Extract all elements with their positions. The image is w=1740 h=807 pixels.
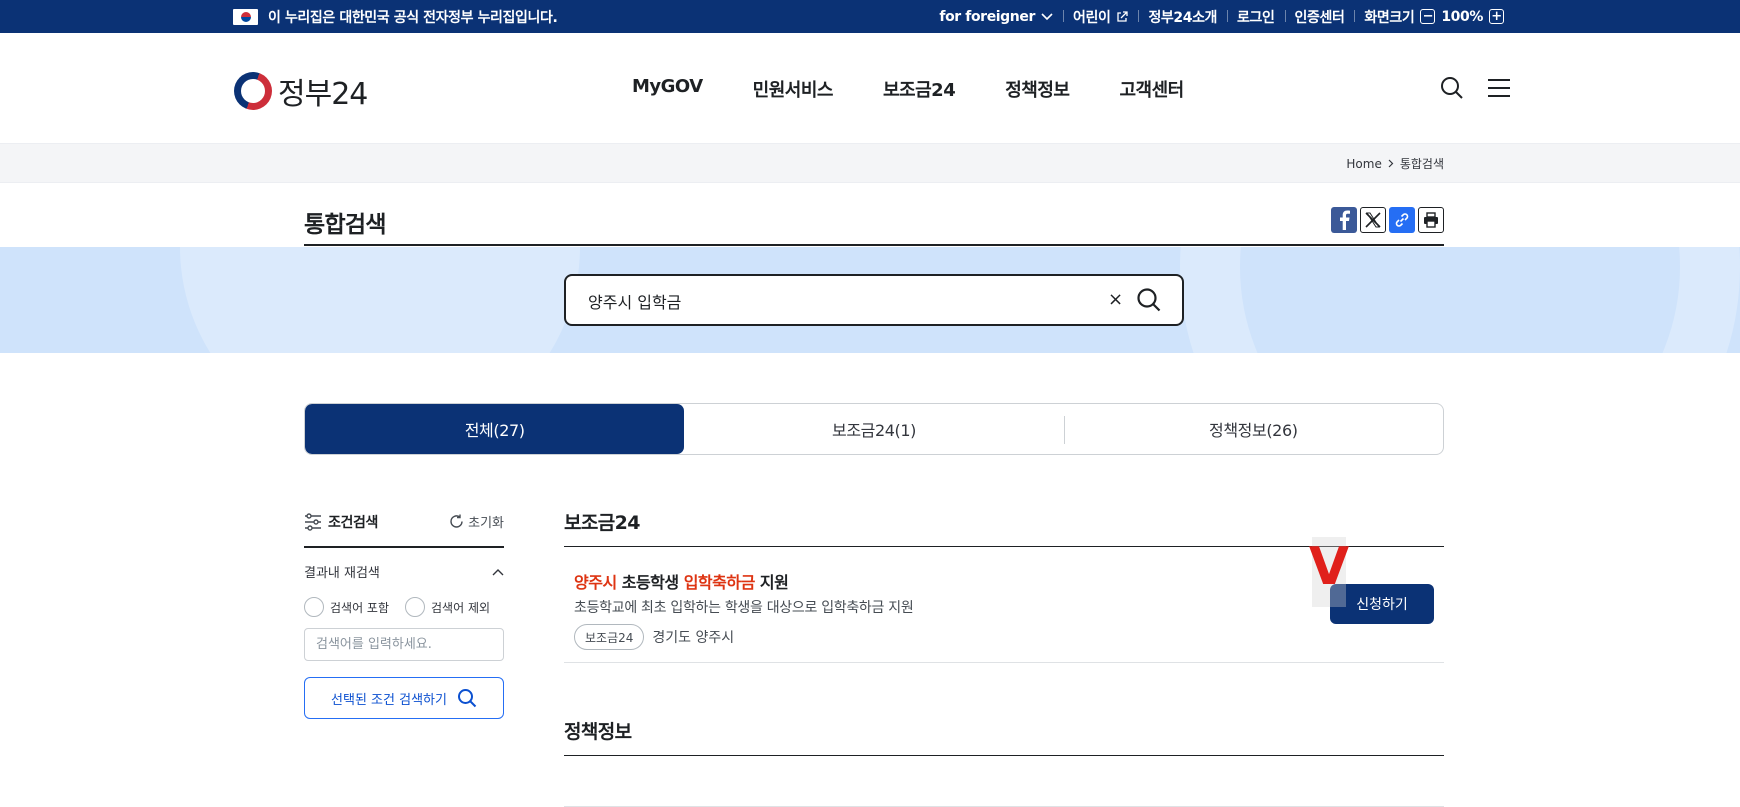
search-icon [457, 689, 477, 708]
chevron-right-icon [1388, 159, 1394, 168]
nav-mygov[interactable]: MyGOV [632, 76, 703, 102]
menu-icon[interactable] [1488, 78, 1510, 98]
gov-notice: 이 누리집은 대한민국 공식 전자정부 누리집입니다. [268, 9, 558, 26]
search-box: × [564, 274, 1184, 326]
gov-banner: 이 누리집은 대한민국 공식 전자정부 누리집입니다. for foreigne… [0, 0, 1740, 33]
facebook-icon [1340, 210, 1350, 230]
tab-subsidy24[interactable]: 보조금24(1) [684, 404, 1063, 454]
site-header: 정부24 MyGOV 민원서비스 보조금24 정책정보 고객센터 [0, 33, 1740, 143]
zoom-level: 100% [1441, 8, 1483, 25]
print-button[interactable] [1418, 207, 1444, 233]
search-input[interactable] [588, 289, 1088, 313]
nav-customer-center[interactable]: 고객센터 [1119, 76, 1184, 102]
category-badge: 보조금24 [574, 624, 645, 650]
nav-civil-service[interactable]: 민원서비스 [753, 76, 834, 102]
within-search-toggle[interactable]: 결과내 재검색 [304, 562, 504, 581]
korea-flag-icon [233, 8, 258, 25]
exclude-keyword-radio[interactable]: 검색어 제외 [405, 597, 490, 617]
title-row: 통합검색 [304, 183, 1444, 246]
main-nav: MyGOV 민원서비스 보조금24 정책정보 고객센터 [632, 76, 1184, 102]
tab-policy-info[interactable]: 정책정보(26) [1063, 404, 1443, 454]
link-icon [1395, 213, 1409, 227]
include-keyword-radio[interactable]: 검색어 포함 [304, 597, 389, 617]
result-region: 경기도 양주시 [652, 630, 735, 646]
chevron-up-icon [492, 568, 504, 575]
tab-all[interactable]: 전체(27) [305, 404, 685, 454]
result-title[interactable]: 양주시 초등학생 입학축하금 지원 [574, 569, 789, 593]
breadcrumb: Home 통합검색 [0, 143, 1740, 183]
external-link-icon [1117, 10, 1129, 22]
print-icon [1424, 212, 1438, 228]
breadcrumb-current: 통합검색 [1399, 157, 1444, 171]
clear-search-button[interactable]: × [1108, 289, 1123, 310]
site-logo[interactable]: 정부24 [234, 69, 368, 113]
reset-button[interactable]: 초기화 [449, 512, 504, 531]
logo-text: 정부24 [278, 77, 368, 112]
x-share-button[interactable] [1360, 207, 1386, 233]
policy-section: 정책정보 [564, 712, 1444, 807]
zoom-in-button[interactable]: + [1489, 9, 1504, 24]
gov-emblem-icon [234, 72, 272, 110]
result-tabs: 전체(27) 보조금24(1) 정책정보(26) [304, 403, 1444, 455]
filter-panel: 조건검색 초기화 결과내 재검색 검색어 포함 검색어 제외 선택된 조건 검색… [304, 508, 504, 719]
facebook-share-button[interactable] [1331, 207, 1357, 233]
filter-title: 조건검색 [328, 515, 378, 531]
chevron-down-icon [1041, 12, 1053, 20]
kids-link[interactable]: 어린이 [1062, 7, 1138, 27]
breadcrumb-home[interactable]: Home [1346, 157, 1381, 171]
copy-link-button[interactable] [1389, 207, 1415, 233]
nav-policy-info[interactable]: 정책정보 [1005, 76, 1070, 102]
x-icon [1365, 212, 1381, 228]
result-description: 초등학교에 최초 입학하는 학생을 대상으로 입학축하금 지원 [574, 600, 914, 616]
search-submit-icon[interactable] [1136, 287, 1162, 313]
check-annotation-mark: V [1309, 537, 1349, 607]
zoom-out-button[interactable]: − [1420, 9, 1436, 24]
login-link[interactable]: 로그인 [1227, 7, 1284, 27]
sliders-icon [305, 513, 321, 531]
apply-filter-button[interactable]: 선택된 조건 검색하기 [304, 677, 504, 719]
nav-subsidy24[interactable]: 보조금24 [883, 76, 956, 102]
keyword-input[interactable] [304, 628, 504, 661]
search-icon[interactable] [1440, 76, 1464, 100]
refresh-icon [450, 514, 463, 528]
cert-center-link[interactable]: 인증센터 [1284, 7, 1355, 27]
page-title: 통합검색 [304, 212, 387, 238]
section-title-policy: 정책정보 [564, 712, 1444, 756]
foreigner-link[interactable]: for foreigner [929, 9, 1063, 25]
about-link[interactable]: 정부24소개 [1138, 7, 1227, 27]
share-buttons [1331, 207, 1444, 233]
screen-size-control: 화면크기 − 100% + [1354, 7, 1514, 27]
